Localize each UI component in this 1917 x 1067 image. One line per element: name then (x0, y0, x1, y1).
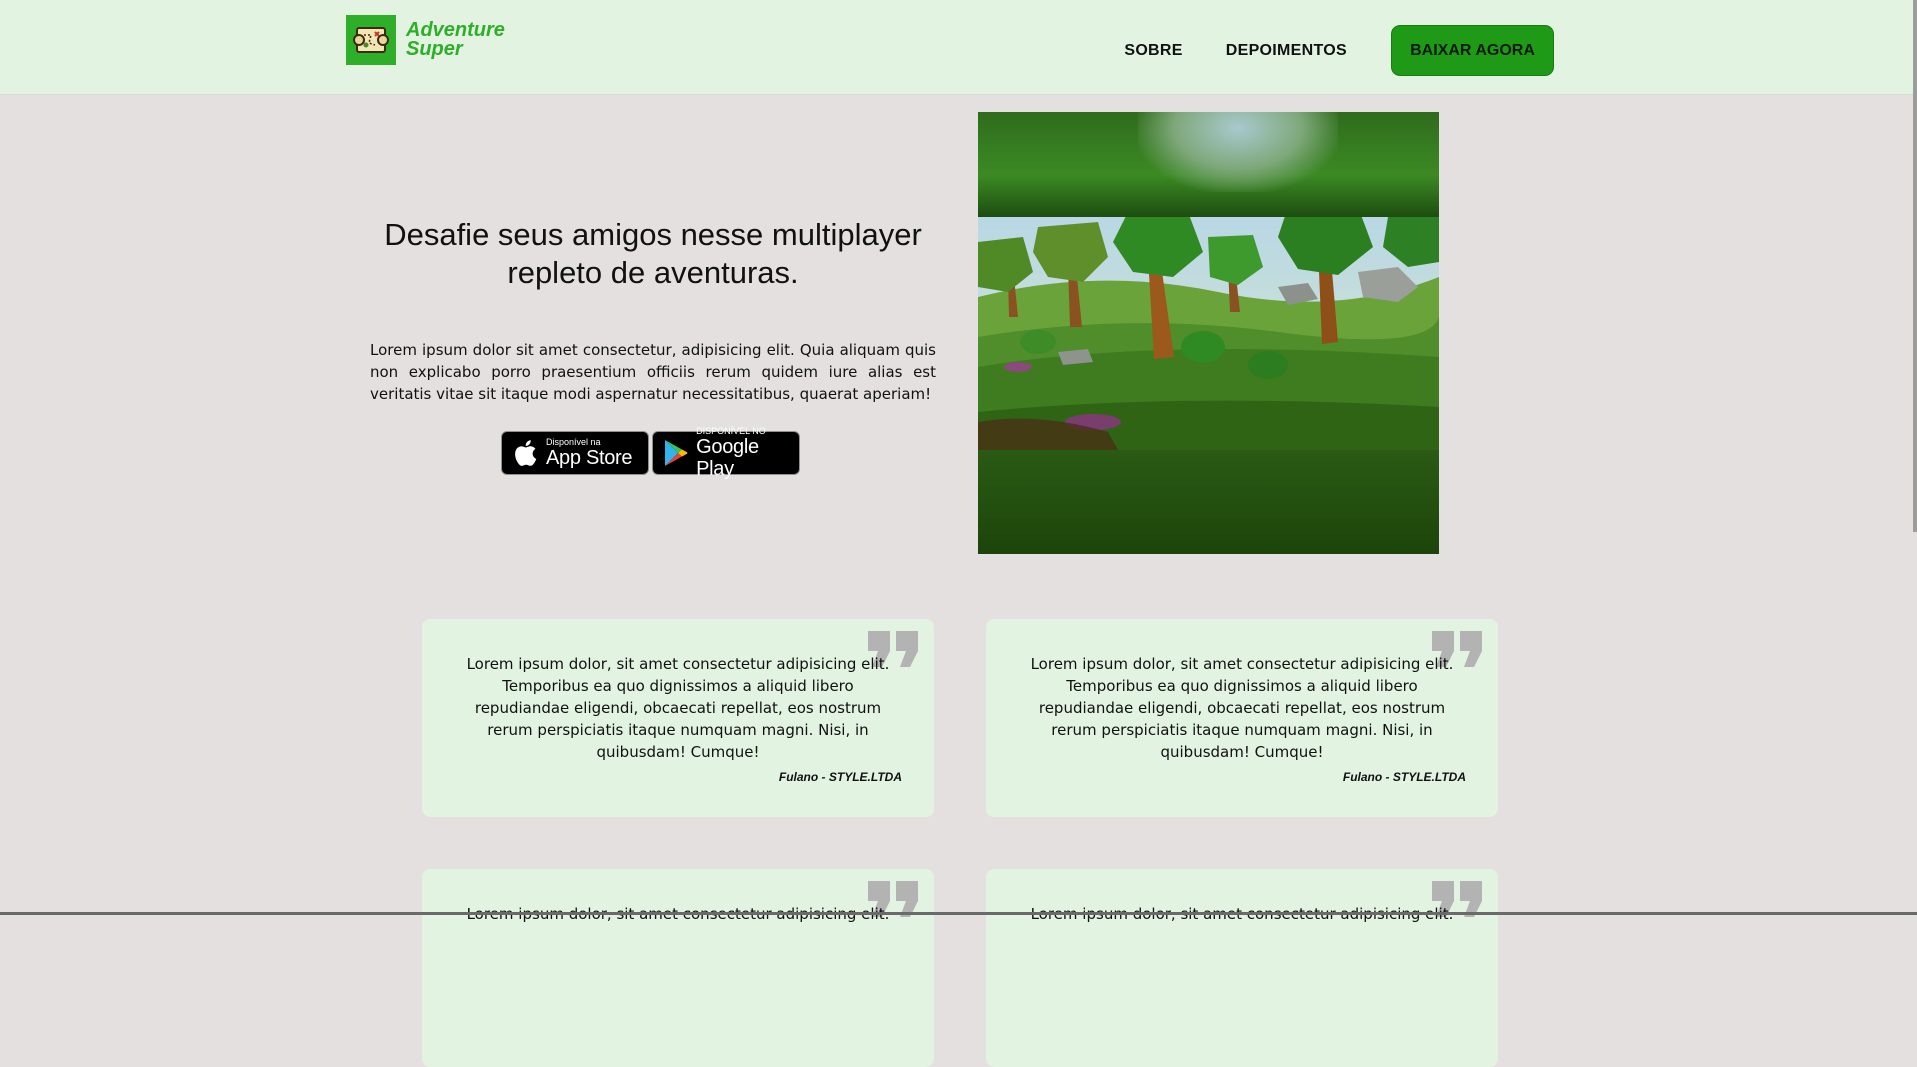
store-badges: Disponível na App Store DISPONÍVEL NO Go… (501, 426, 800, 480)
logo-text: Adventure Super (406, 20, 505, 60)
testimonial-text: Lorem ipsum dolor, sit amet consectetur … (1030, 655, 1454, 761)
testimonial-author: Fulano - STYLE.LTDA (1342, 770, 1466, 784)
google-play-small: DISPONÍVEL NO (696, 426, 766, 436)
apple-icon (508, 439, 542, 467)
hero-title: Desafie seus amigos nesse multiplayer re… (384, 217, 922, 290)
app-store-big: App Store (546, 447, 633, 469)
nav-depoimentos[interactable]: DEPOIMENTOS (1226, 42, 1347, 60)
testimonial-author: Fulano - STYLE.LTDA (778, 770, 902, 784)
game-screenshot (978, 112, 1439, 554)
logo-line-2: Super (406, 38, 463, 60)
nav-sobre[interactable]: SOBRE (1124, 42, 1182, 60)
app-store-button[interactable]: Disponível na App Store (501, 431, 649, 475)
testimonial-card: Lorem ipsum dolor, sit amet consectetur … (986, 869, 1498, 1067)
testimonial-card: Lorem ipsum dolor, sit amet consectetur … (422, 869, 934, 1067)
game-blur-bottom (978, 450, 1439, 554)
game-scene (978, 217, 1439, 450)
site-header: Adventure Super SOBRE DEPOIMENTOS BAIXAR… (0, 0, 1917, 95)
hero-description: Lorem ipsum dolor sit amet consectetur, … (370, 341, 936, 403)
testimonial-card: Lorem ipsum dolor, sit amet consectetur … (422, 619, 934, 817)
google-play-big: Google Play (696, 436, 759, 480)
main-nav: SOBRE DEPOIMENTOS BAIXAR AGORA (1124, 25, 1554, 76)
scrollbar[interactable] (1913, 0, 1917, 532)
logo[interactable]: Adventure Super (346, 15, 505, 65)
game-blur-top (978, 112, 1439, 217)
google-play-button[interactable]: DISPONÍVEL NO Google Play (652, 426, 800, 480)
treasure-map-icon (346, 15, 396, 65)
download-button[interactable]: BAIXAR AGORA (1391, 25, 1554, 76)
testimonial-card: Lorem ipsum dolor, sit amet consectetur … (986, 619, 1498, 817)
google-play-icon (659, 439, 692, 467)
app-store-small: Disponível na (546, 437, 601, 447)
testimonial-text: Lorem ipsum dolor, sit amet consectetur … (466, 655, 890, 761)
